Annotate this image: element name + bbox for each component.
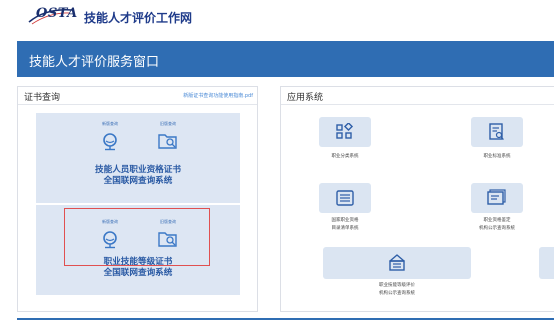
block-title-line1: 技能人员职业资格证书 bbox=[95, 165, 181, 175]
service-window-banner: 技能人才评价服务窗口 bbox=[17, 41, 554, 77]
panel-header: 证书查询 新版证书查询功能使用指南.pdf bbox=[18, 87, 257, 105]
app-tile-skill-level-evaluation-agencies[interactable] bbox=[323, 247, 471, 279]
app-label: 职业分类系统 bbox=[305, 153, 385, 161]
search-icon bbox=[103, 133, 117, 151]
new-query-label: 新版查询 bbox=[102, 121, 118, 126]
app-tile-occupation-standard[interactable] bbox=[471, 117, 523, 147]
cert-query-panel: 证书查询 新版证书查询功能使用指南.pdf 新版查询 旧版查询 技能人员职业资格… bbox=[17, 86, 258, 312]
app-label: 职业标准系统 bbox=[457, 153, 537, 161]
app-label-line1: 职业资格鉴定 bbox=[483, 218, 511, 223]
list-icon bbox=[336, 190, 354, 206]
app-tile-qualification-appraisal-agencies[interactable] bbox=[471, 183, 523, 213]
app-label: 职业技能等级评价 机构公示查询系统 bbox=[357, 282, 437, 298]
site-title[interactable]: 技能人才评价工作网 bbox=[84, 9, 192, 26]
site-header: OSTA 技能人才评价工作网 bbox=[0, 0, 554, 32]
app-label-line1: 国家职业资格 bbox=[331, 218, 359, 223]
app-label-line2: 目录清单系统 bbox=[331, 226, 359, 231]
guide-pdf-link[interactable]: 新版证书查询功能使用指南.pdf bbox=[183, 92, 253, 99]
app-tile-occupation-classification[interactable] bbox=[319, 117, 371, 147]
monitor-icon bbox=[487, 189, 506, 205]
app-label: 国家职业资格 目录清单系统 bbox=[305, 217, 385, 233]
app-tile-partial[interactable] bbox=[539, 247, 554, 279]
institution-icon bbox=[389, 254, 405, 271]
app-label-line1: 职业分类系统 bbox=[331, 154, 359, 159]
block-title: 技能人员职业资格证书 全国联网查询系统 bbox=[36, 165, 240, 187]
old-query-label: 旧版查询 bbox=[160, 121, 176, 126]
app-label-line1: 职业技能等级评价 bbox=[379, 283, 415, 288]
app-label-line2: 机构公示查询系统 bbox=[379, 291, 415, 296]
folder-search-icon bbox=[158, 134, 177, 149]
logo-text[interactable]: OSTA bbox=[36, 6, 78, 21]
skilled-cert-query-block: 新版查询 旧版查询 技能人员职业资格证书 全国联网查询系统 bbox=[36, 113, 240, 203]
block-title-line2: 全国联网查询系统 bbox=[103, 176, 173, 186]
highlight-box bbox=[64, 208, 210, 266]
bottom-divider bbox=[17, 318, 554, 320]
block-title-line2: 全国联网查询系统 bbox=[103, 268, 173, 278]
app-systems-panel: 应用系统 职业分类系统 职业标准系统 国家职业资格 目录清单系统 职业资格鉴定 … bbox=[280, 86, 554, 312]
panel-header: 应用系统 bbox=[281, 87, 554, 105]
app-tile-national-qualification-catalog[interactable] bbox=[319, 183, 371, 213]
document-search-icon bbox=[489, 123, 504, 140]
app-label-line2: 机构公示查询系统 bbox=[479, 226, 515, 231]
cert-panel-title: 证书查询 bbox=[24, 93, 61, 103]
new-query-button[interactable]: 新版查询 bbox=[90, 121, 130, 151]
app-panel-title: 应用系统 bbox=[287, 93, 324, 103]
old-query-button[interactable]: 旧版查询 bbox=[148, 121, 188, 151]
app-label-line1: 职业标准系统 bbox=[483, 154, 511, 159]
app-label: 职业资格鉴定 机构公示查询系统 bbox=[457, 217, 537, 233]
banner-title: 技能人才评价服务窗口 bbox=[29, 55, 160, 70]
grid-icon bbox=[336, 123, 354, 139]
